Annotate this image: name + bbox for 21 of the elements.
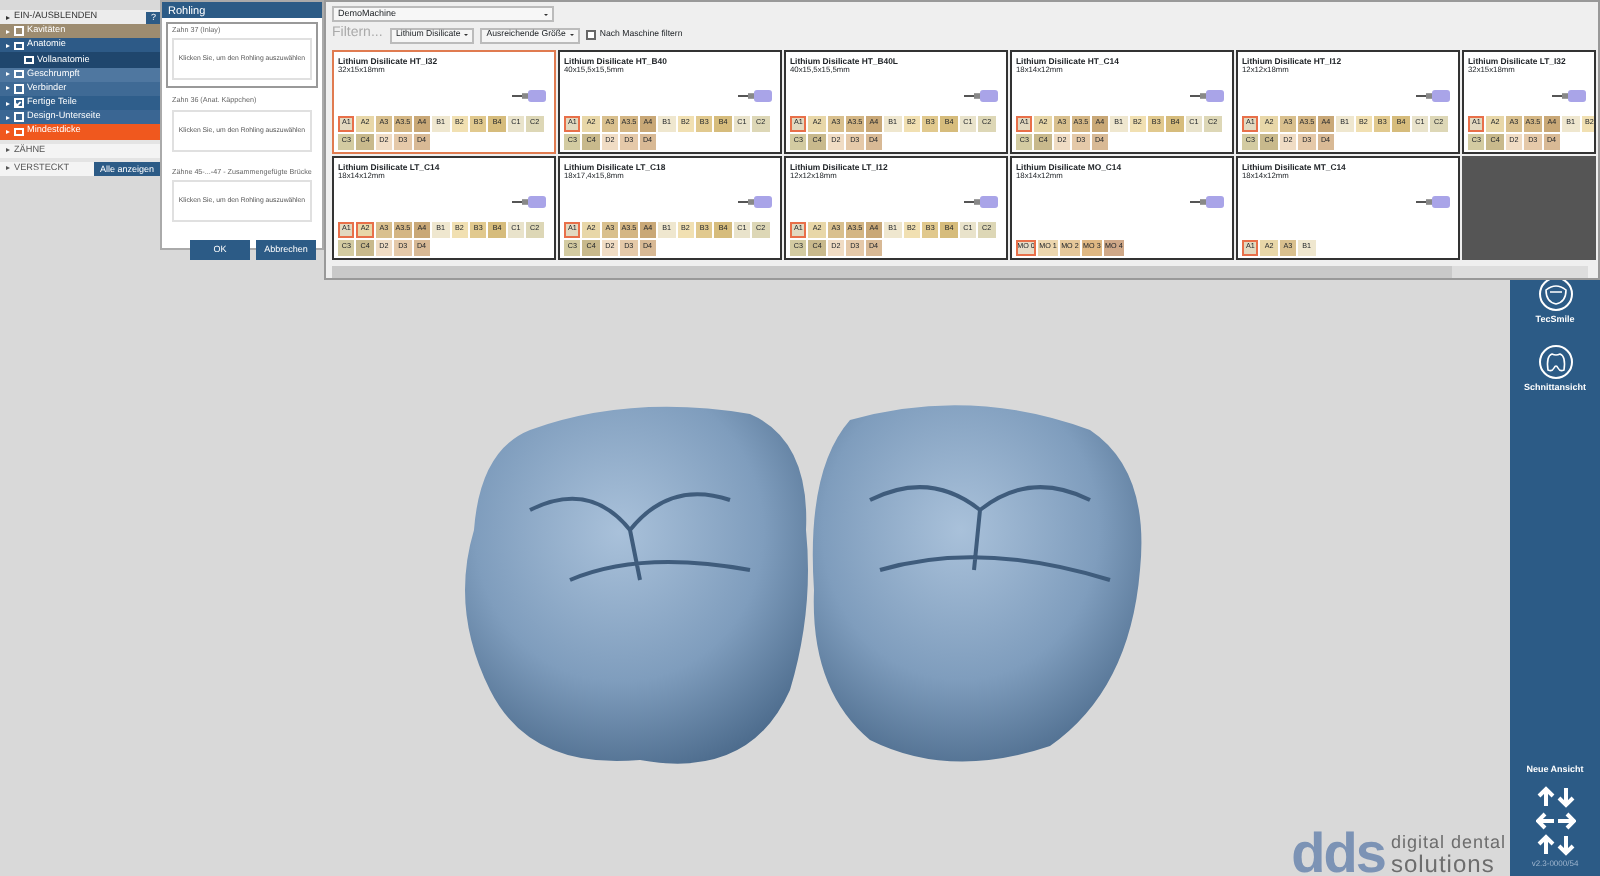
checkbox[interactable] bbox=[585, 30, 596, 40]
logo-text: digital dental bbox=[1390, 834, 1506, 852]
drill-icon bbox=[738, 89, 772, 102]
horizontal-scrollbar[interactable] bbox=[332, 266, 1588, 278]
up-down-arrows-icon[interactable] bbox=[1535, 834, 1575, 856]
drill-icon bbox=[512, 195, 546, 208]
drill-icon bbox=[1190, 89, 1224, 102]
tooth-icon[interactable] bbox=[1537, 343, 1573, 380]
drill-icon bbox=[738, 195, 772, 208]
drill-icon bbox=[1552, 89, 1586, 102]
drill-icon bbox=[1190, 195, 1224, 208]
drill-icon bbox=[1416, 195, 1450, 208]
drill-icon bbox=[964, 195, 998, 208]
logo-text: solutions bbox=[1390, 852, 1497, 876]
drill-icon bbox=[964, 89, 998, 102]
drill-icon bbox=[512, 89, 546, 102]
drill-icon bbox=[1416, 89, 1450, 102]
smile-icon[interactable] bbox=[1537, 276, 1573, 312]
left-right-arrows-icon[interactable] bbox=[1535, 810, 1575, 832]
up-down-arrows-icon[interactable] bbox=[1535, 786, 1575, 808]
logo-mark: dds bbox=[1291, 831, 1385, 876]
